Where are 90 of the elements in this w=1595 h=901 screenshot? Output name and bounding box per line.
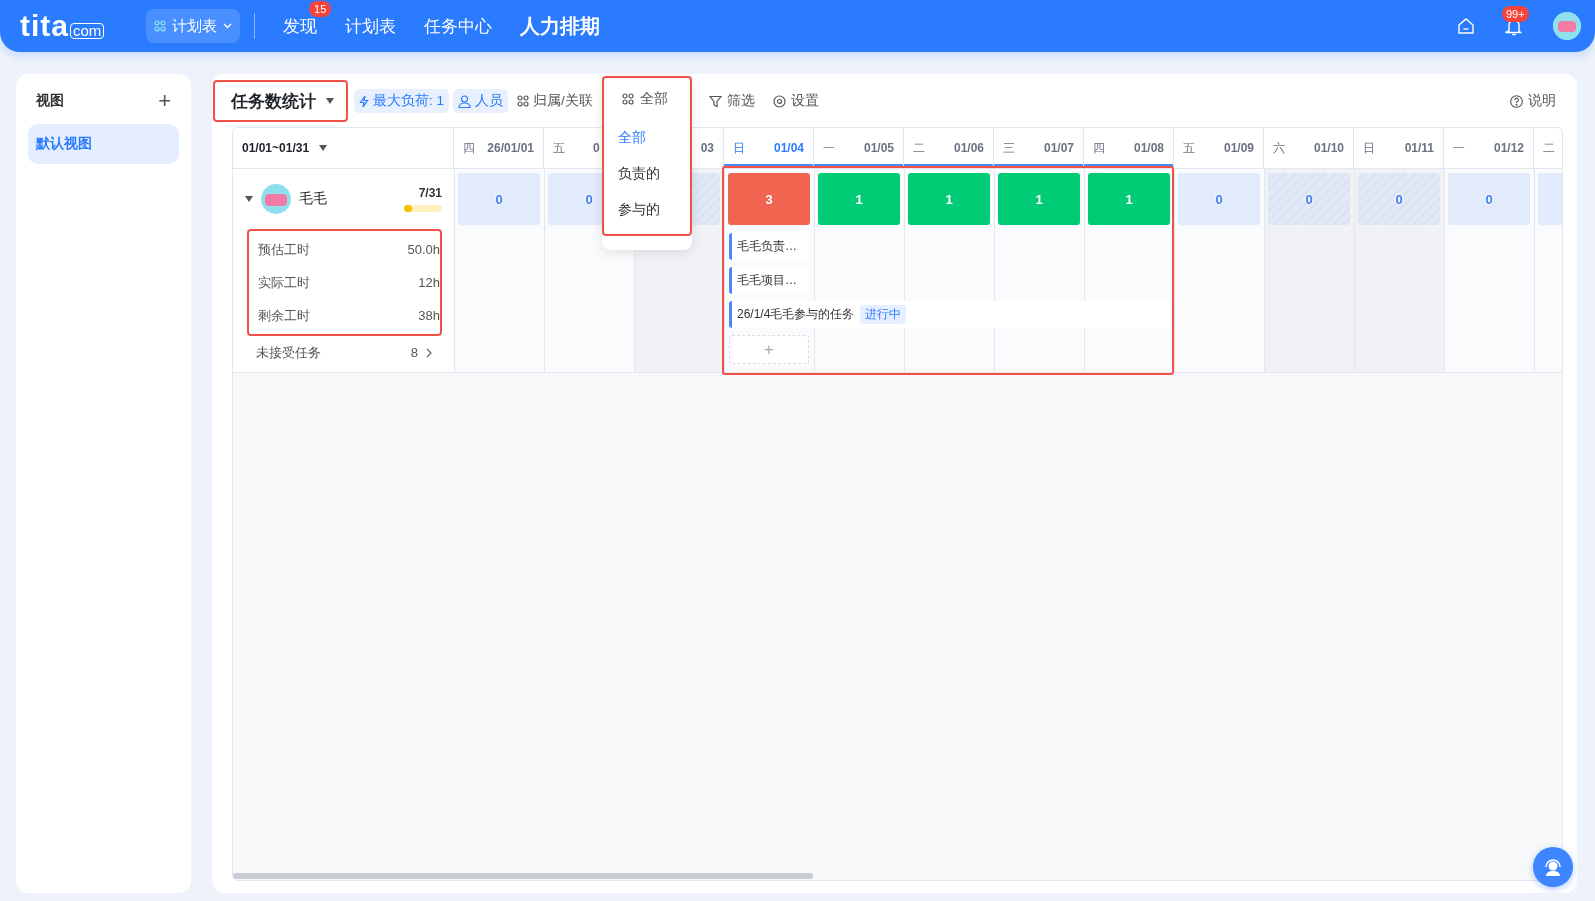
nav-link[interactable]: 发现 xyxy=(283,14,318,38)
weekday-label: 二 xyxy=(1543,139,1555,157)
task-card[interactable]: 毛毛负责… xyxy=(729,233,809,260)
date-label: 01/06 xyxy=(953,141,984,155)
grid-icon xyxy=(154,20,167,32)
workload-block[interactable]: 1 xyxy=(998,173,1080,225)
task-bar[interactable]: 26/1/4毛毛参与的任务 进行中 xyxy=(729,301,1170,328)
date-label: 26/01/01 xyxy=(487,141,534,155)
add-task-button[interactable]: + xyxy=(729,335,809,364)
grid-icon xyxy=(622,93,634,105)
caret-icon[interactable] xyxy=(245,196,253,202)
workload-block[interactable]: 0 xyxy=(458,173,540,225)
avatar[interactable] xyxy=(1553,12,1581,40)
stat-label: 实际工时 xyxy=(258,273,310,292)
filter-chip[interactable]: 归属/关联 xyxy=(512,89,598,113)
support-button[interactable] xyxy=(1533,847,1573,887)
logo[interactable]: tita com xyxy=(20,11,105,41)
filter-chip[interactable]: 人员 xyxy=(453,89,508,113)
date-label: 01/04 xyxy=(773,141,804,155)
stat-label: 预估工时 xyxy=(258,240,310,259)
stat-value: 12h xyxy=(418,275,440,290)
grid-icon xyxy=(517,95,529,107)
workload-block[interactable]: 0 xyxy=(1358,173,1440,225)
date-label: 01/07 xyxy=(1043,141,1074,155)
sidebar-item[interactable]: 默认视图 xyxy=(28,124,179,164)
weekday-label: 一 xyxy=(1453,139,1465,157)
add-button[interactable]: + xyxy=(158,90,171,112)
help-icon xyxy=(1510,94,1523,108)
sidebar-title: 视图 xyxy=(36,92,64,110)
date-label: 01/08 xyxy=(1133,141,1164,155)
menu-header: 全部 xyxy=(640,90,668,108)
nav-link[interactable]: 任务中心 xyxy=(424,14,493,38)
nav-link[interactable]: 计划表 xyxy=(345,14,397,38)
view-dropdown[interactable]: 任务数统计 xyxy=(213,80,348,122)
help-link[interactable]: 说明 xyxy=(1503,92,1563,110)
weekday-label: 日 xyxy=(1363,139,1375,157)
load-meter xyxy=(404,205,442,212)
home-icon[interactable] xyxy=(1457,17,1475,35)
caret-icon xyxy=(319,145,328,151)
task-title: 26/1/4毛毛参与的任务 xyxy=(737,306,855,323)
workload-block[interactable]: 1 xyxy=(1088,173,1170,225)
weekday-label: 一 xyxy=(823,139,835,157)
date-label: 03 xyxy=(700,141,714,155)
weekday-label: 日 xyxy=(733,139,745,157)
filter-icon xyxy=(708,94,722,108)
settings-icon xyxy=(772,94,786,108)
weekday-label: 五 xyxy=(553,139,565,157)
headset-icon xyxy=(1543,857,1563,877)
date-label: 0 xyxy=(593,141,600,155)
task-ratio: 7/31 xyxy=(418,186,442,200)
workload-block[interactable]: 1 xyxy=(818,173,900,225)
stat-value: 38h xyxy=(418,308,440,323)
caret-icon xyxy=(326,98,334,104)
status-tag: 进行中 xyxy=(860,305,907,324)
stat-label: 剩余工时 xyxy=(258,306,310,325)
person-icon xyxy=(458,94,471,108)
stat-value: 50.0h xyxy=(407,242,440,257)
avatar xyxy=(261,184,291,214)
date-label: 01/12 xyxy=(1493,141,1524,155)
settings-button[interactable]: 设置 xyxy=(765,92,826,110)
weekday-label: 二 xyxy=(913,139,925,157)
filter-chip[interactable]: 最大负荷: 1 xyxy=(354,89,449,113)
weekday-label: 四 xyxy=(463,139,475,157)
lightning-icon xyxy=(359,94,369,108)
scrollbar[interactable] xyxy=(233,873,813,879)
unaccepted-tasks-link[interactable]: 未接受任务 8 xyxy=(247,336,442,369)
nav-link[interactable]: 人力排期 xyxy=(520,12,601,40)
weekday-label: 六 xyxy=(1273,139,1285,157)
task-card[interactable]: 毛毛项目… xyxy=(729,267,809,294)
weekday-label: 五 xyxy=(1183,139,1195,157)
weekday-label: 三 xyxy=(1003,139,1015,157)
date-label: 01/05 xyxy=(863,141,894,155)
chevron-down-icon xyxy=(223,23,233,29)
person-name: 毛毛 xyxy=(299,190,327,208)
date-label: 01/11 xyxy=(1404,141,1434,155)
date-range-dropdown[interactable]: 01/01~01/31 xyxy=(242,141,328,155)
menu-item[interactable]: 全部 xyxy=(604,120,690,156)
workload-block[interactable]: 0 xyxy=(1178,173,1260,225)
workload-block[interactable]: 0 xyxy=(1268,173,1350,225)
workload-block[interactable]: 0 xyxy=(1448,173,1530,225)
workload-block[interactable]: 3 xyxy=(728,173,810,225)
weekday-label: 四 xyxy=(1093,139,1105,157)
count-badge: 15 xyxy=(309,0,332,17)
date-label: 01/10 xyxy=(1313,141,1344,155)
notification-badge: 99+ xyxy=(1502,5,1529,22)
app-switcher-button[interactable]: 计划表 xyxy=(146,9,241,43)
workload-block[interactable]: 1 xyxy=(908,173,990,225)
chevron-right-icon xyxy=(426,347,432,358)
filter-button[interactable]: 筛选 xyxy=(701,92,762,110)
date-label: 01/09 xyxy=(1223,141,1254,155)
